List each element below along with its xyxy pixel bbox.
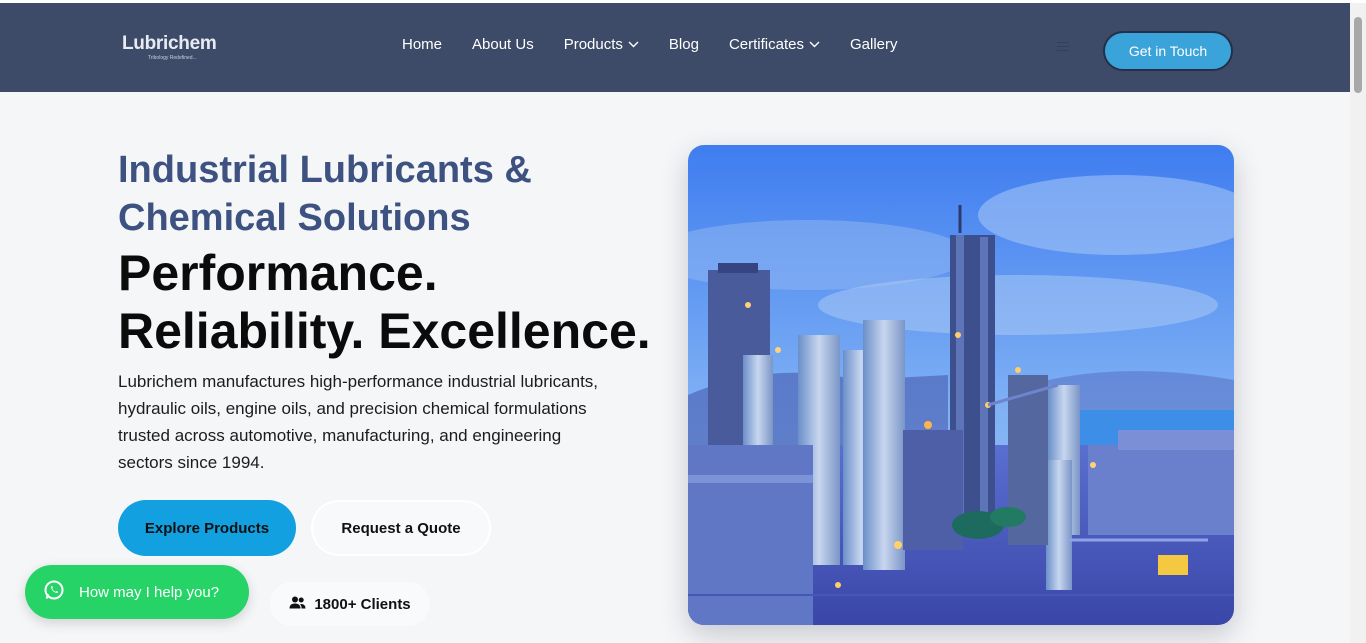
industrial-plant-image: [688, 145, 1234, 625]
brand-logo[interactable]: Lubrichem Tribology Redefined...: [122, 33, 217, 65]
hero-subtitle: Industrial Lubricants & Chemical Solutio…: [118, 149, 532, 239]
nav-item-label: Home: [402, 36, 443, 53]
request-quote-button[interactable]: Request a Quote: [311, 500, 491, 556]
logo-text: Lubrichem: [122, 33, 217, 54]
hero-title: Performance. Reliability. Excellence.: [118, 245, 651, 359]
nav-item-label: Gallery: [849, 36, 898, 53]
nav-item-home[interactable]: Home: [402, 36, 442, 53]
nav-item-gallery[interactable]: Gallery: [850, 36, 898, 53]
nav-item-label: Blog: [668, 36, 699, 53]
navbar: Lubrichem Tribology Redefined... Home Ab…: [0, 3, 1350, 92]
chevron-down-icon: [628, 41, 639, 48]
main-nav: Home About Us Products Blog Certificates…: [402, 36, 898, 53]
scrollbar-thumb[interactable]: [1354, 17, 1362, 93]
nav-item-blog[interactable]: Blog: [669, 36, 699, 53]
nav-item-about-us[interactable]: About Us: [472, 36, 534, 53]
whatsapp-label: How may I help you?: [79, 583, 220, 601]
nav-item-certificates[interactable]: Certificates: [729, 36, 820, 53]
logo-tagline: Tribology Redefined...: [148, 55, 197, 61]
hamburger-menu-icon[interactable]: [1057, 42, 1069, 52]
nav-item-label: Products: [563, 36, 623, 53]
whatsapp-icon: [43, 579, 65, 605]
nav-item-products[interactable]: Products: [564, 36, 639, 53]
page-scrollbar[interactable]: [1350, 3, 1366, 643]
users-icon: [289, 596, 306, 613]
get-in-touch-button[interactable]: Get in Touch: [1103, 31, 1233, 71]
chevron-down-icon: [809, 41, 820, 48]
explore-products-button[interactable]: Explore Products: [118, 500, 296, 556]
clients-badge: 1800+ Clients: [270, 582, 430, 626]
hero-description: Lubrichem manufactures high-performance …: [118, 372, 599, 472]
nav-item-label: Certificates: [728, 36, 804, 53]
clients-badge-label: 1800+ Clients: [314, 595, 411, 613]
nav-item-label: About Us: [472, 36, 534, 53]
whatsapp-chat-button[interactable]: How may I help you?: [25, 565, 249, 619]
